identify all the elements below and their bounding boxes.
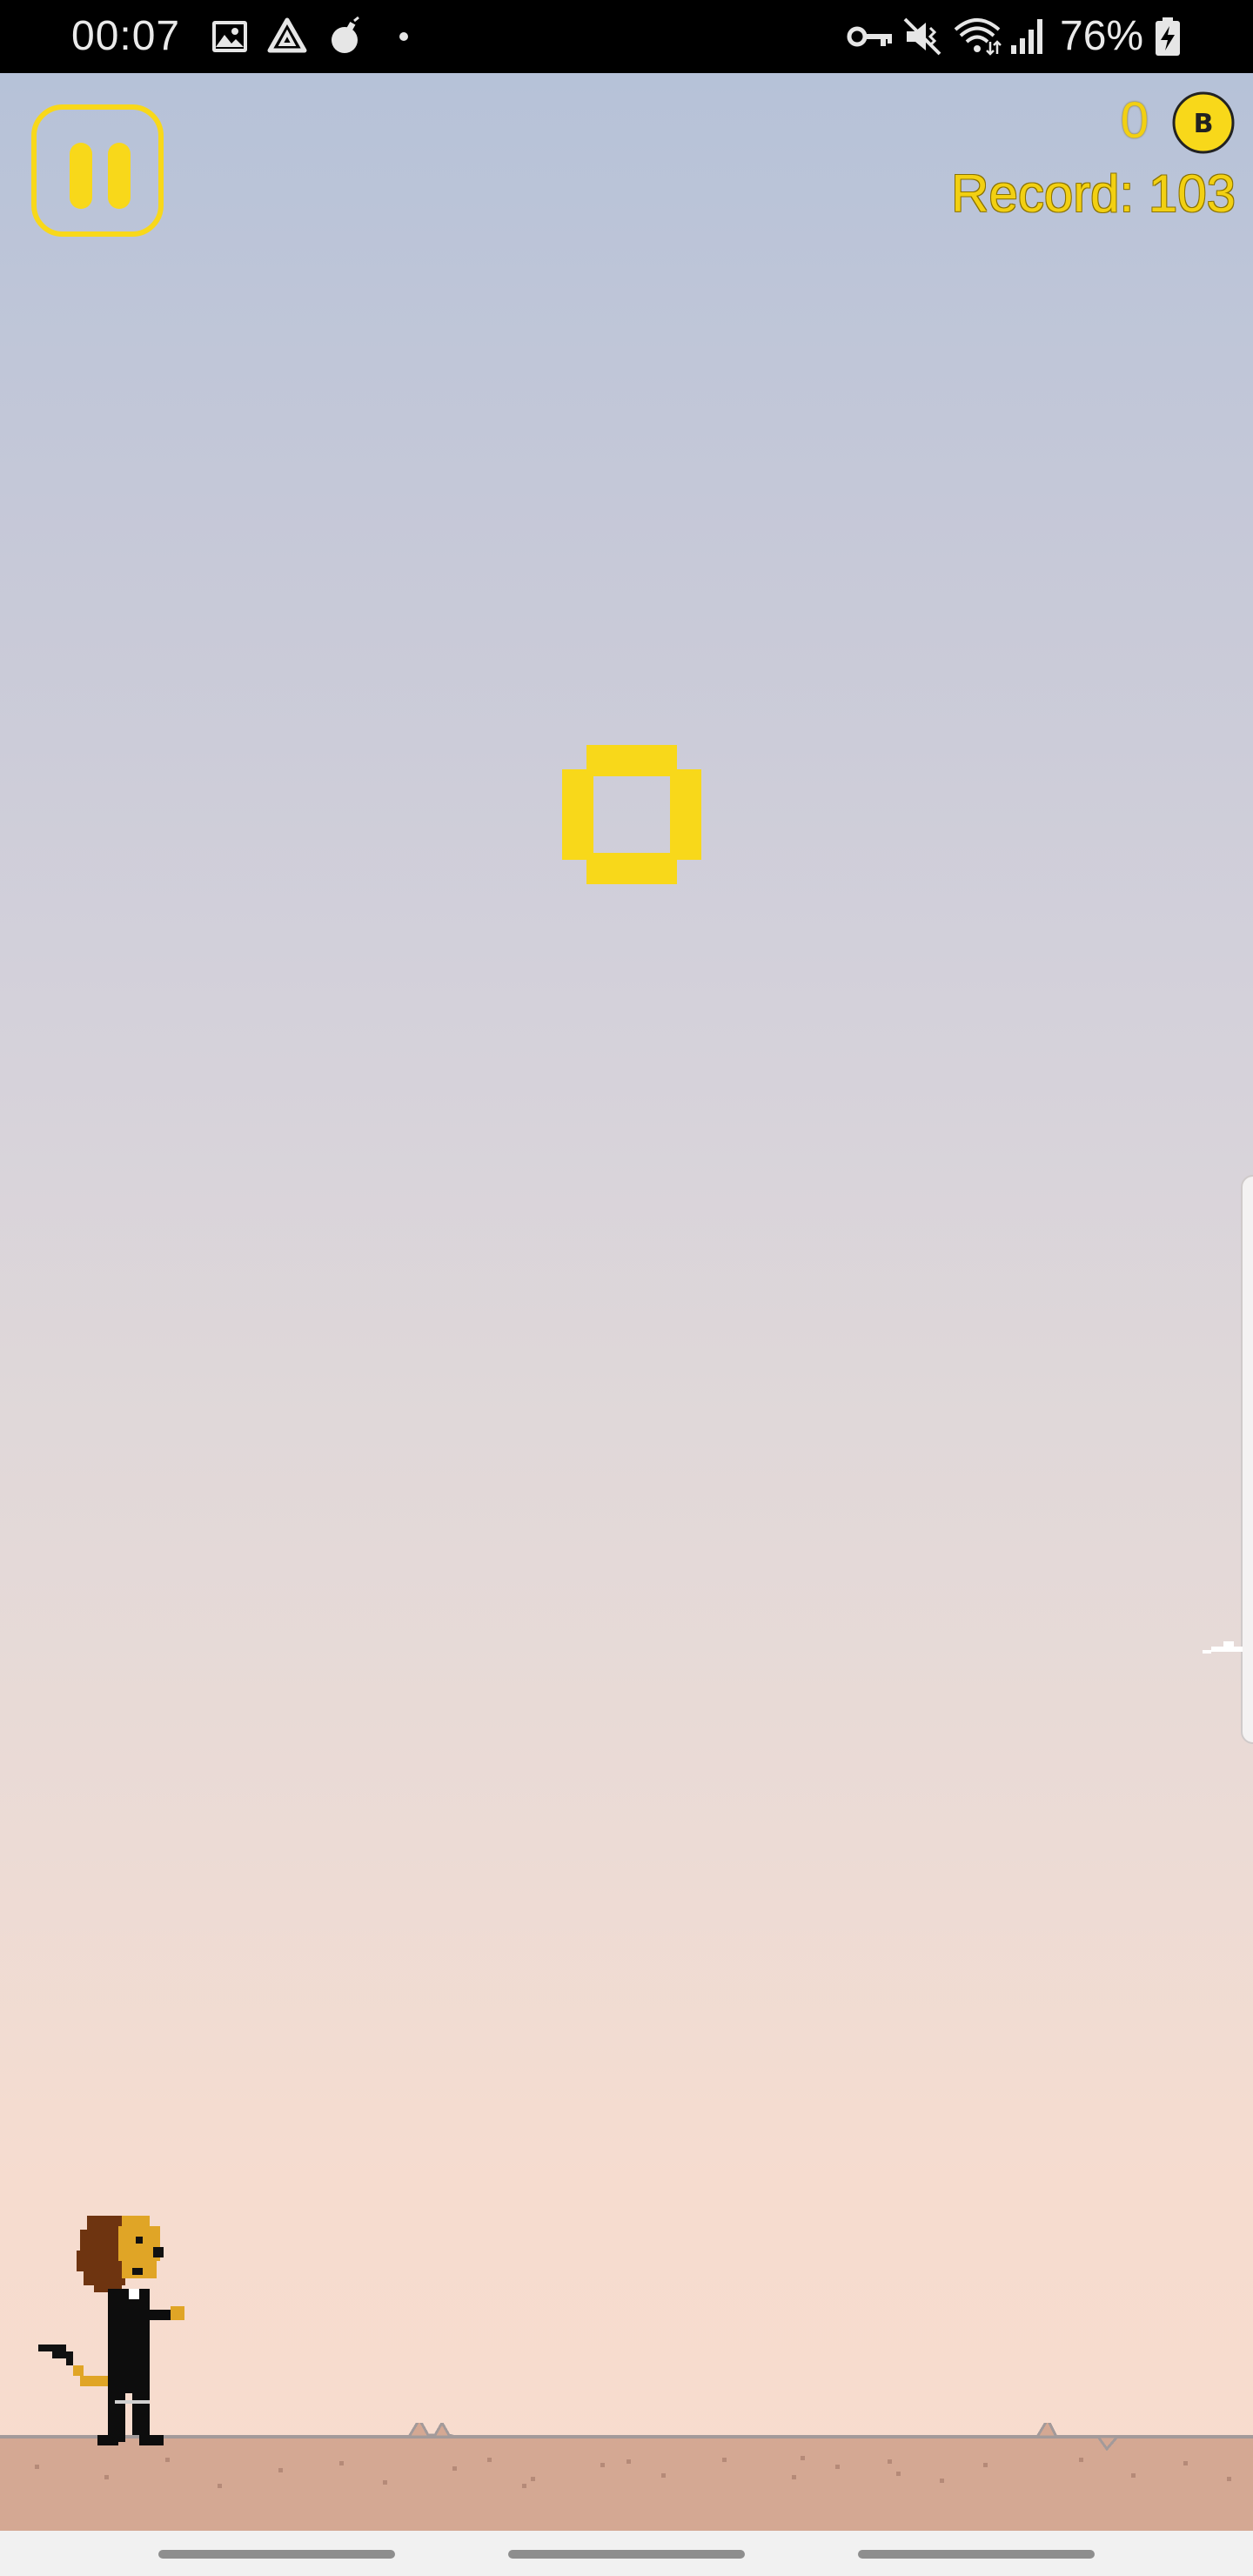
status-time: 00:07	[71, 13, 181, 59]
navigation-bar	[0, 2531, 1253, 2576]
coin-count: 0	[1120, 92, 1149, 149]
vpn-key-icon	[847, 26, 892, 47]
coin-icon: B	[1172, 91, 1235, 154]
status-bar: 00:07 76%	[0, 0, 1253, 73]
battery-charging-icon	[1156, 17, 1180, 56]
ring-collectible	[562, 745, 701, 884]
nav-home-handle[interactable]	[508, 2550, 745, 2559]
dust-puff	[1203, 1641, 1243, 1654]
mute-icon	[903, 17, 941, 56]
player-character	[38, 2216, 184, 2445]
wifi-icon	[954, 18, 1002, 56]
bomb-icon	[332, 16, 359, 53]
coin-letter: B	[1194, 109, 1214, 139]
signal-icon	[1011, 19, 1042, 54]
dot-icon	[399, 32, 408, 41]
pause-icon-bar-left	[70, 143, 92, 209]
game-area[interactable]: 0 B Record: 103	[0, 73, 1253, 2531]
nav-back-handle[interactable]	[858, 2550, 1095, 2559]
battery-percent: 76%	[1060, 13, 1144, 59]
pause-icon-bar-right	[108, 143, 131, 209]
gallery-icon	[212, 21, 247, 52]
record-score: Record: 103	[951, 164, 1236, 223]
drive-icon	[267, 17, 307, 53]
pause-button[interactable]	[31, 104, 164, 237]
nav-recents-handle[interactable]	[158, 2550, 395, 2559]
